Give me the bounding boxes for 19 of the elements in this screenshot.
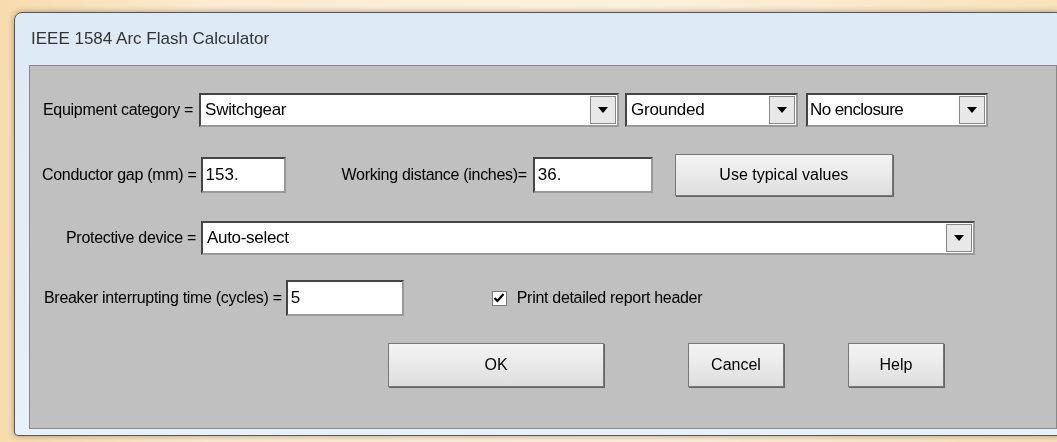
equipment-category-label: Equipment category = [43, 101, 194, 119]
help-button[interactable]: Help [848, 343, 944, 387]
report-header-label: Print detailed report header [516, 289, 703, 307]
cancel-button[interactable]: Cancel [688, 343, 784, 387]
breaker-time-field[interactable]: 5 [285, 280, 404, 316]
conductor-gap-label: Conductor gap (mm) = [42, 166, 197, 184]
use-typical-values-button[interactable]: Use typical values [674, 154, 893, 196]
protective-device-dropdown[interactable]: Auto-select [200, 221, 975, 255]
report-header-checkbox[interactable] [491, 290, 507, 306]
working-distance-label: Working distance (inches)= [341, 166, 527, 184]
window-title: IEEE 1584 Arc Flash Calculator [31, 29, 270, 49]
grounding-dropdown[interactable]: Grounded [625, 93, 799, 127]
ok-button[interactable]: OK [388, 343, 604, 387]
protective-device-label: Protective device = [66, 229, 196, 247]
enclosure-dropdown[interactable]: No enclosure [806, 93, 989, 127]
working-distance-field[interactable]: 36. [532, 157, 653, 193]
equipment-category-dropdown[interactable]: Switchgear [199, 93, 620, 127]
conductor-gap-field[interactable]: 153. [200, 157, 286, 193]
breaker-time-label: Breaker interrupting time (cycles) = [44, 289, 282, 307]
